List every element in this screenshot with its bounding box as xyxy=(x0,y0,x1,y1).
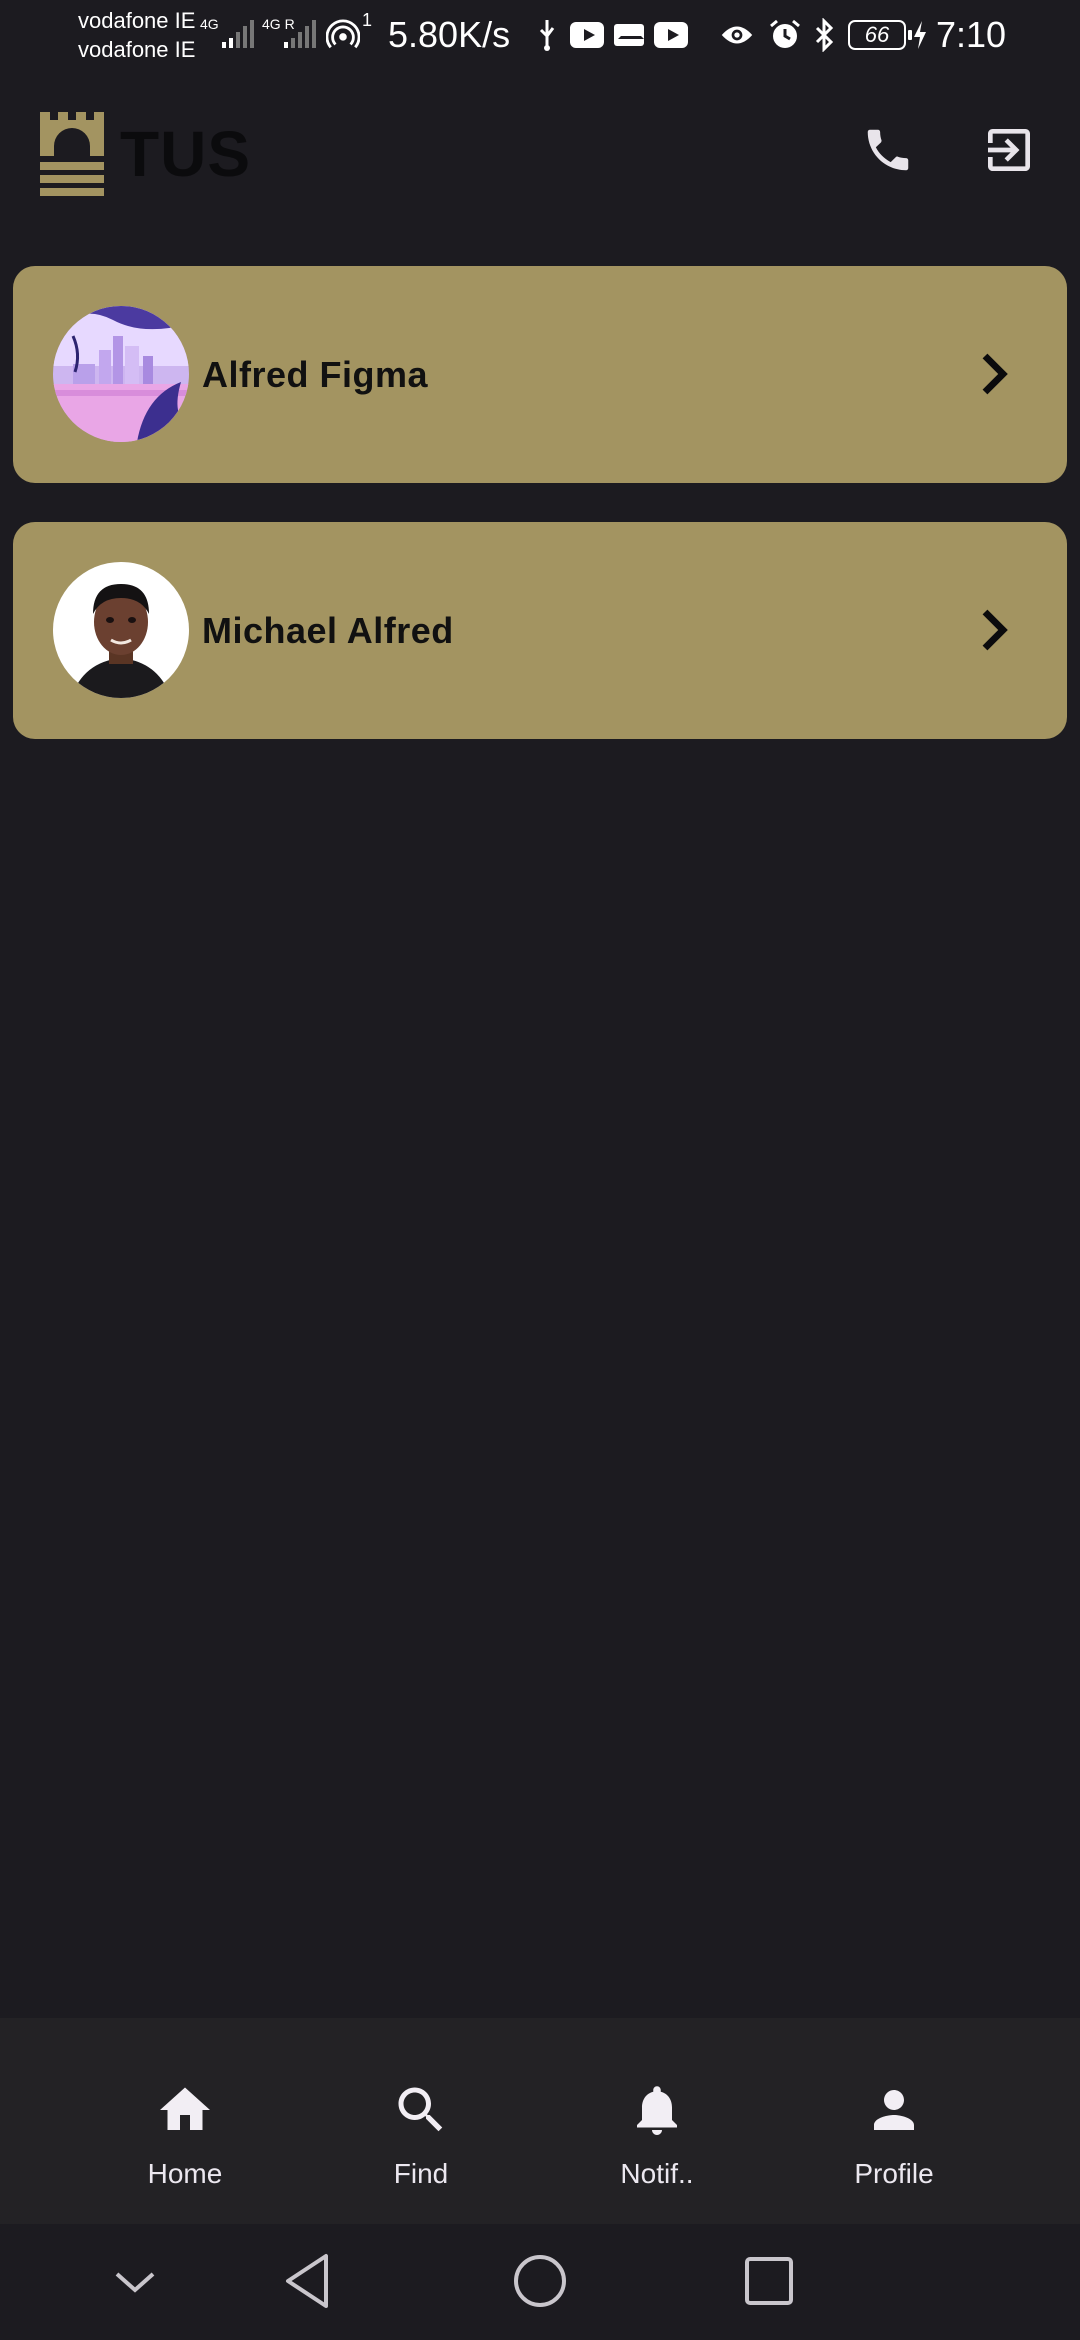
nav-item-notifications[interactable]: Notif.. xyxy=(557,2018,757,2224)
youtube-icon xyxy=(570,18,604,52)
youtube-icon-2 xyxy=(654,18,688,52)
home-button[interactable] xyxy=(505,2246,575,2316)
home-icon xyxy=(160,2087,210,2130)
system-navigation-bar xyxy=(0,2224,1080,2340)
nav-label: Notif.. xyxy=(620,2158,694,2189)
search-icon xyxy=(398,2087,443,2132)
charging-icon xyxy=(910,18,930,52)
tus-logo: TUS xyxy=(40,112,251,196)
avatar xyxy=(53,306,189,442)
contact-name: Alfred Figma xyxy=(202,353,429,395)
contact-card[interactable]: Michael Alfred xyxy=(13,522,1067,739)
bell-icon xyxy=(637,2086,677,2135)
chevron-right-icon xyxy=(982,609,1008,651)
carrier-labels: vodafone IE vodafone IE xyxy=(78,6,195,64)
hotspot-count: 1 xyxy=(362,10,373,30)
carrier-1: vodafone IE xyxy=(78,8,196,33)
contact-name: Michael Alfred xyxy=(202,609,454,651)
recents-button[interactable] xyxy=(734,2246,804,2316)
hotspot-icon xyxy=(326,18,360,52)
bottom-navigation: Home Find Notif.. Profile xyxy=(0,2018,1080,2224)
person-icon xyxy=(874,2090,914,2130)
chevron-right-icon xyxy=(982,353,1008,395)
nav-item-profile[interactable]: Profile xyxy=(794,2018,994,2224)
nav-label: Find xyxy=(393,2158,449,2189)
network-type-1: 4G xyxy=(200,16,219,32)
eye-icon xyxy=(720,18,754,52)
logout-icon xyxy=(988,129,1030,171)
avatar xyxy=(53,562,189,698)
signal-icon-1 xyxy=(222,18,254,48)
usb-icon xyxy=(530,18,564,52)
battery-icon: 66 xyxy=(848,20,912,50)
bluetooth-icon xyxy=(808,18,842,52)
signal-icon-2 xyxy=(284,18,316,48)
nav-item-find[interactable]: Find xyxy=(321,2018,521,2224)
alarm-icon xyxy=(768,18,802,52)
network-speed: 5.80K/s xyxy=(388,14,511,55)
app-header: TUS xyxy=(0,70,1080,240)
chevron-down-icon[interactable] xyxy=(100,2246,170,2316)
nav-label: Home xyxy=(147,2158,223,2189)
nav-item-home[interactable]: Home xyxy=(85,2018,285,2224)
mail-icon xyxy=(612,18,646,52)
back-button[interactable] xyxy=(274,2246,344,2316)
logout-button[interactable] xyxy=(979,120,1039,180)
phone-icon xyxy=(867,129,909,171)
call-button[interactable] xyxy=(858,120,918,180)
contact-card[interactable]: Alfred Figma xyxy=(13,266,1067,483)
castle-icon xyxy=(40,112,104,196)
logo-text: TUS xyxy=(120,118,251,190)
carrier-2: vodafone IE xyxy=(78,37,196,62)
clock: 7:10 xyxy=(936,14,1007,55)
nav-label: Profile xyxy=(854,2158,934,2189)
status-bar: vodafone IE vodafone IE 4G 4G R 1 5.80K/… xyxy=(0,0,1080,70)
